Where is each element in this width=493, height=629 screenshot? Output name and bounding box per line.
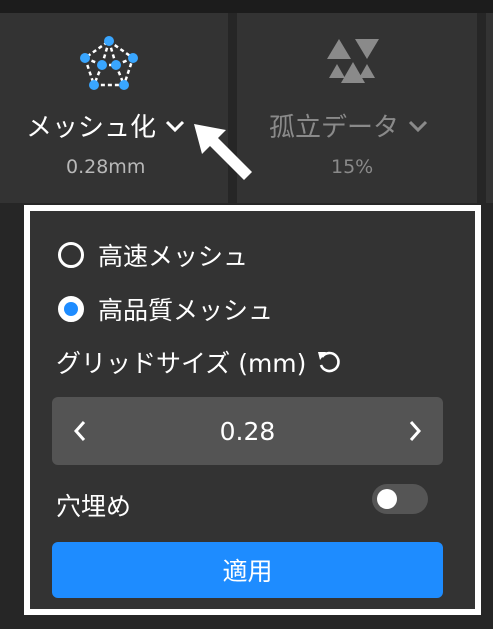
grid-size-label: グリッドサイズ (mm) [56, 349, 307, 378]
grid-size-stepper[interactable]: 0.28 [52, 397, 443, 465]
fill-holes-toggle[interactable] [372, 484, 428, 514]
mesh-tool-value: 0.28mm [66, 156, 146, 178]
mesh-settings-panel: 高速メッシュ 高品質メッシュ グリッドサイズ (mm) 0.28 穴埋め 適用 [30, 211, 475, 609]
toggle-knob [377, 489, 397, 509]
fast-mesh-label: 高速メッシュ [98, 242, 249, 271]
fast-mesh-option[interactable]: 高速メッシュ [58, 237, 248, 273]
radio-button[interactable] [58, 242, 84, 268]
top-strip [0, 0, 493, 13]
mesh-tool-label-row: メッシュ化 [26, 107, 186, 144]
toolbar-divider [477, 13, 486, 203]
grid-size-row: グリッドサイズ (mm) [56, 344, 342, 380]
mesh-tool-label: メッシュ化 [26, 113, 157, 143]
isolated-data-tool-button[interactable]: 孤立データ 15% [237, 13, 477, 203]
reset-icon[interactable] [316, 349, 342, 375]
triangles-icon [327, 39, 379, 83]
isolated-tool-value: 15% [331, 156, 374, 178]
isolated-tool-label: 孤立データ [269, 113, 400, 143]
isolated-tool-label-row: 孤立データ [269, 107, 429, 144]
pointer-arrow-icon [194, 124, 252, 180]
high-quality-mesh-label: 高品質メッシュ [98, 296, 274, 325]
mesh-network-icon [80, 36, 138, 90]
radio-button-selected[interactable] [58, 296, 84, 322]
high-quality-mesh-option[interactable]: 高品質メッシュ [58, 291, 273, 327]
chevron-down-icon[interactable] [164, 119, 186, 133]
chevron-down-icon[interactable] [407, 119, 429, 133]
fill-holes-label: 穴埋め [56, 492, 132, 521]
apply-button[interactable]: 適用 [52, 542, 443, 598]
mesh-settings-popup: 高速メッシュ 高品質メッシュ グリッドサイズ (mm) 0.28 穴埋め 適用 [24, 205, 481, 615]
next-tool-button[interactable] [486, 13, 493, 203]
grid-size-value[interactable]: 0.28 [52, 417, 443, 446]
chevron-right-icon[interactable] [407, 419, 423, 443]
